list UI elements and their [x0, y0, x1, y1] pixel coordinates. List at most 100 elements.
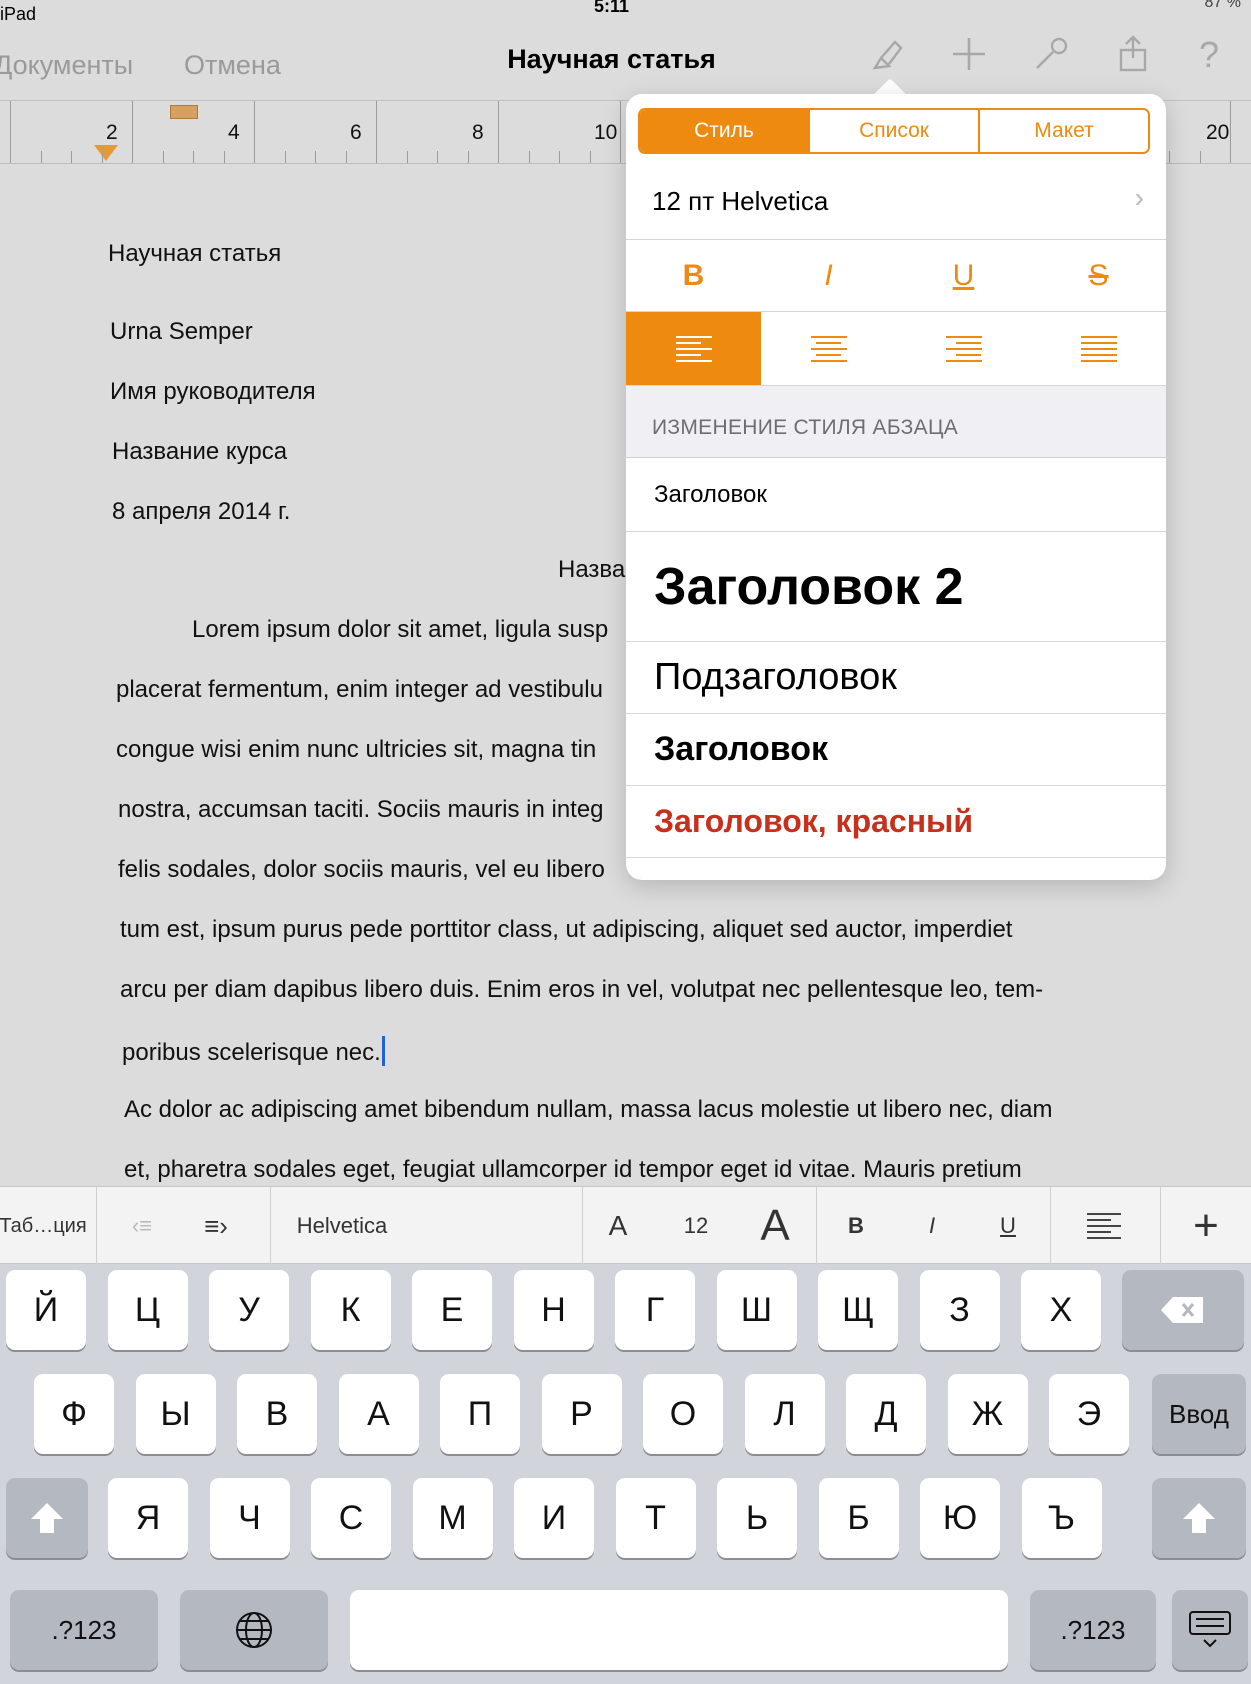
text-format-row: B I U S — [626, 240, 1166, 312]
key-letter[interactable]: С — [311, 1478, 391, 1558]
italic-button[interactable]: I — [761, 240, 896, 311]
key-letter[interactable]: Л — [744, 1374, 825, 1454]
key-letter[interactable]: Щ — [818, 1270, 898, 1350]
key-letter[interactable]: Г — [615, 1270, 695, 1350]
key-letter[interactable]: Ы — [135, 1374, 216, 1454]
enter-key[interactable]: Ввод — [1152, 1374, 1246, 1454]
globe-key[interactable] — [180, 1590, 328, 1670]
align-right-button[interactable] — [896, 312, 1031, 385]
doc-line: Lorem ipsum dolor sit amet, ligula susp — [192, 616, 609, 643]
help-icon[interactable]: ? — [1184, 34, 1234, 84]
key-letter[interactable]: Т — [615, 1478, 696, 1558]
key-letter[interactable]: Я — [108, 1478, 188, 1558]
key-letter[interactable]: Ю — [920, 1478, 1000, 1558]
font-selector[interactable]: 12 пт Helvetica › — [626, 164, 1166, 240]
key-letter[interactable]: Д — [846, 1374, 926, 1454]
numbers-key-left[interactable]: .?123 — [10, 1590, 158, 1670]
key-letter[interactable]: Ш — [716, 1270, 797, 1350]
format-popover: Стиль Список Макет 12 пт Helvetica › B I… — [626, 94, 1166, 880]
shift-key-left[interactable] — [6, 1478, 88, 1558]
bold-shortcut-button[interactable]: B — [828, 1187, 884, 1265]
bold-button[interactable]: B — [626, 240, 761, 311]
align-justify-button[interactable] — [1031, 312, 1166, 385]
ruler-tick — [559, 151, 560, 163]
key-letter[interactable]: Б — [818, 1478, 899, 1558]
tab-layout[interactable]: Макет — [980, 110, 1148, 152]
space-key[interactable] — [350, 1590, 1008, 1670]
doc-line: Название курса — [112, 438, 288, 465]
align-shortcut-button[interactable] — [1064, 1187, 1144, 1265]
font-name-button[interactable]: Helvetica — [270, 1187, 414, 1265]
key-letter[interactable]: Н — [513, 1270, 594, 1350]
key-letter[interactable]: В — [237, 1374, 317, 1454]
svg-text:?: ? — [1199, 34, 1219, 74]
key-letter[interactable]: З — [919, 1270, 1000, 1350]
hide-keyboard-key[interactable] — [1172, 1590, 1248, 1670]
style-heading-bold[interactable]: Заголовок — [626, 714, 1166, 786]
indent-icon[interactable]: ≡› — [186, 1187, 246, 1265]
ruler-tick — [590, 151, 591, 163]
margin-marker[interactable] — [170, 105, 198, 119]
key-letter[interactable]: Ъ — [1021, 1478, 1102, 1558]
tab-list[interactable]: Список — [810, 110, 980, 152]
align-left-icon — [675, 332, 712, 366]
shift-key-right[interactable] — [1152, 1478, 1246, 1558]
key-letter[interactable]: Ф — [34, 1374, 114, 1454]
key-letter[interactable]: Х — [1021, 1270, 1101, 1350]
style-heading[interactable]: Заголовок — [626, 458, 1166, 532]
paintbrush-icon[interactable] — [862, 34, 912, 84]
underline-shortcut-button[interactable]: U — [980, 1187, 1036, 1265]
key-letter[interactable]: И — [514, 1478, 594, 1558]
key-letter[interactable]: Э — [1049, 1374, 1129, 1454]
keyboard-hide-icon — [1189, 1611, 1231, 1648]
insert-button[interactable]: + — [1170, 1187, 1242, 1265]
style-heading-2[interactable]: Заголовок 2 — [626, 532, 1166, 642]
ruler-tick — [407, 151, 408, 163]
key-letter[interactable]: Й — [6, 1270, 86, 1350]
wrench-icon[interactable] — [1026, 34, 1076, 84]
ruler-tick — [71, 151, 72, 163]
key-letter[interactable]: Ь — [717, 1478, 797, 1558]
outdent-icon[interactable]: ‹≡ — [112, 1187, 172, 1265]
font-label: 12 пт Helvetica — [652, 186, 829, 216]
section-header-label: ИЗМЕНЕНИЕ СТИЛЯ АБЗАЦА — [652, 416, 959, 439]
increase-font-button[interactable]: A — [748, 1187, 802, 1265]
numbers-key-right[interactable]: .?123 — [1030, 1590, 1156, 1670]
key-letter[interactable]: Ч — [209, 1478, 290, 1558]
align-center-icon — [810, 332, 847, 366]
plus-icon[interactable] — [944, 34, 994, 84]
italic-shortcut-button[interactable]: I — [904, 1187, 960, 1265]
key-letter[interactable]: Ж — [947, 1374, 1028, 1454]
align-center-button[interactable] — [761, 312, 896, 385]
tab-style[interactable]: Стиль — [640, 110, 810, 152]
ruler-number: 8 — [472, 121, 484, 144]
key-letter[interactable]: О — [643, 1374, 723, 1454]
indent-marker[interactable] — [94, 145, 118, 161]
ruler-tick — [163, 151, 164, 163]
key-letter[interactable]: Ц — [107, 1270, 188, 1350]
align-left-button[interactable] — [626, 312, 761, 385]
decrease-font-button[interactable]: A — [594, 1187, 642, 1265]
backspace-key[interactable] — [1122, 1270, 1244, 1350]
strikethrough-button[interactable]: S — [1031, 240, 1166, 311]
style-heading-red[interactable]: Заголовок, красный — [626, 786, 1166, 858]
device-label: iPad — [0, 4, 37, 24]
ruler-tick — [41, 151, 42, 163]
doc-line: tum est, ipsum purus pede porttitor clas… — [120, 916, 1013, 943]
key-letter[interactable]: П — [440, 1374, 520, 1454]
key-letter[interactable]: Р — [541, 1374, 622, 1454]
underline-button[interactable]: U — [896, 240, 1031, 311]
doc-line: Имя руководителя — [110, 378, 316, 405]
key-letter[interactable]: У — [209, 1270, 289, 1350]
doc-line: congue wisi enim nunc ultricies sit, mag… — [116, 736, 597, 763]
tabulation-button[interactable]: Таб…ция — [0, 1187, 94, 1265]
key-letter[interactable]: М — [412, 1478, 493, 1558]
key-letter[interactable]: Е — [412, 1270, 492, 1350]
key-letter[interactable]: А — [338, 1374, 419, 1454]
ruler-tick — [529, 151, 530, 163]
globe-icon — [236, 1612, 272, 1648]
share-icon[interactable] — [1108, 34, 1158, 84]
key-letter[interactable]: К — [310, 1270, 391, 1350]
style-subheading[interactable]: Подзаголовок — [626, 642, 1166, 714]
doc-line: Назва — [558, 556, 626, 583]
